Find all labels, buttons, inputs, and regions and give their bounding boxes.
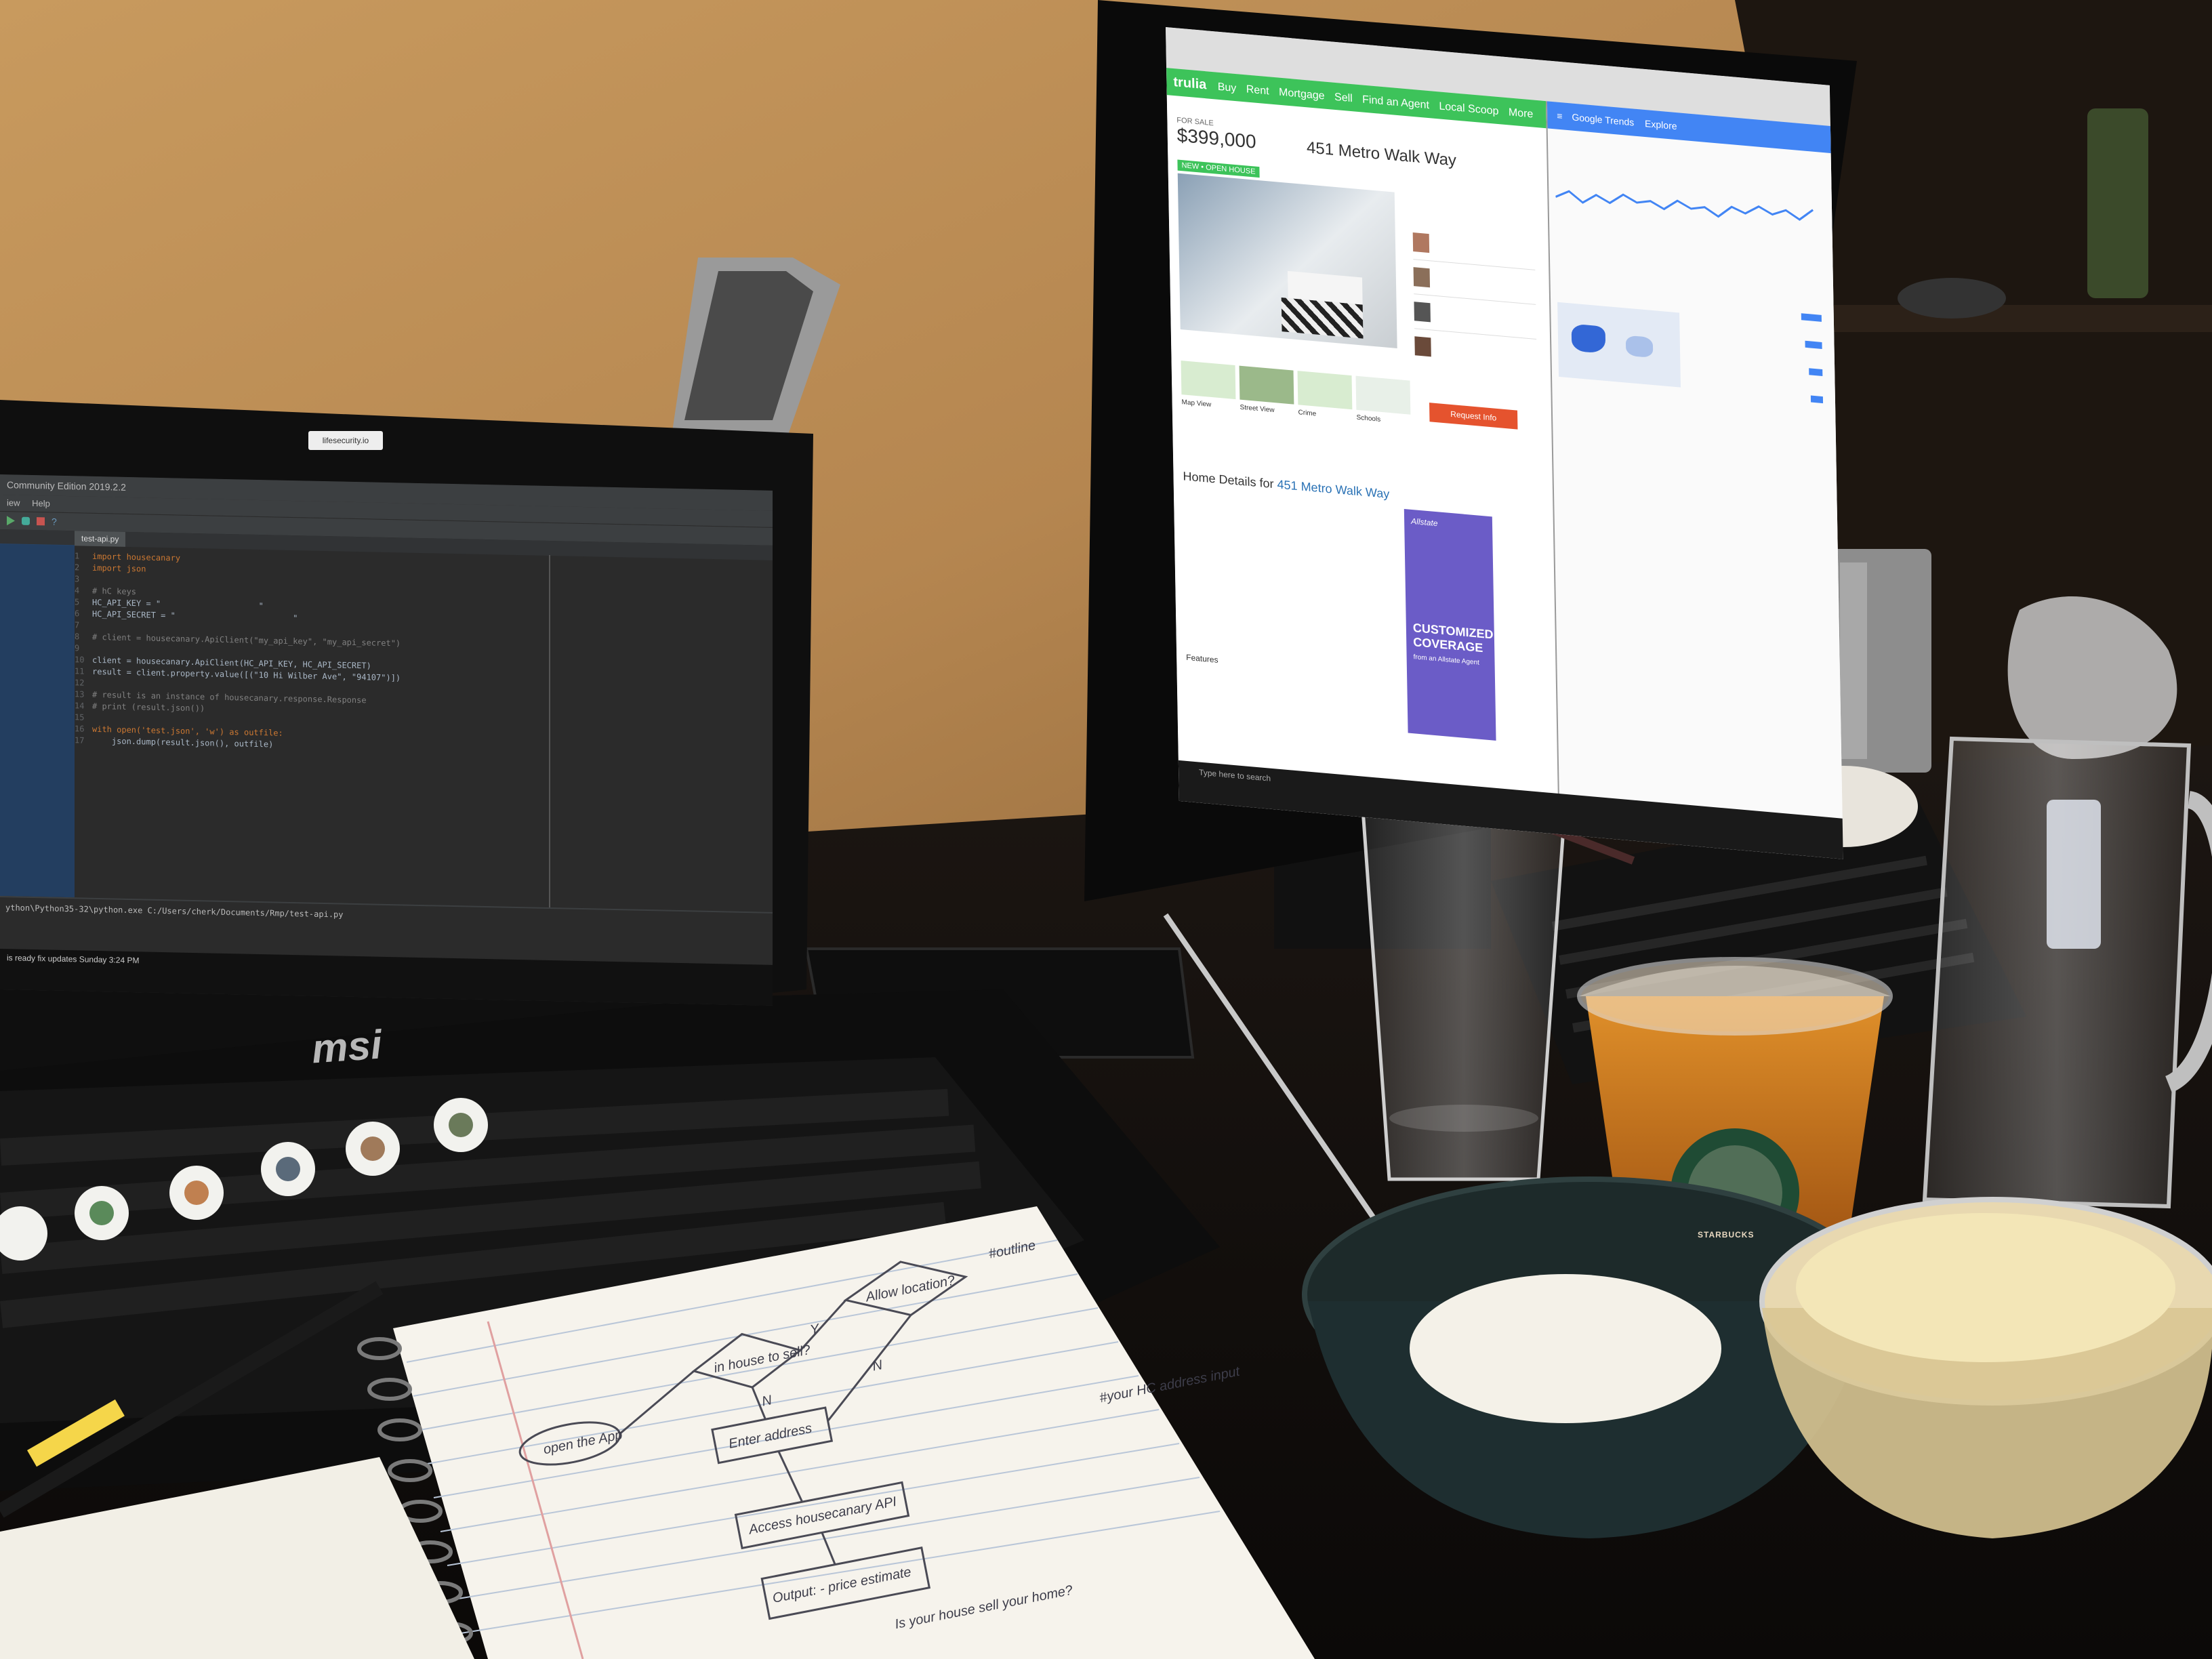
- line-number: 7: [75, 620, 80, 630]
- stop-icon[interactable]: [37, 517, 45, 526]
- run-icon[interactable]: [7, 516, 15, 526]
- listing-photo[interactable]: [1177, 173, 1397, 349]
- nav-more[interactable]: More: [1509, 106, 1534, 120]
- editor-divider: [549, 554, 550, 908]
- avatar[interactable]: [1414, 336, 1431, 357]
- line-text: import json: [92, 562, 146, 574]
- code-editor[interactable]: 1 import housecanary 2 import json 3 4 # hC ke…: [75, 550, 773, 904]
- flow-start: open the App: [542, 1427, 623, 1457]
- line-number: 14: [75, 701, 85, 711]
- trends-map: [1557, 302, 1681, 388]
- schools-thumb[interactable]: [1355, 375, 1411, 415]
- line-number: 15: [75, 712, 85, 722]
- home-details-heading: Home Details for 451 Metro Walk Way: [1183, 469, 1390, 501]
- line-number: 4: [75, 586, 80, 596]
- features-label: Features: [1186, 652, 1218, 665]
- flow-output: Output: - price estimate: [771, 1565, 912, 1606]
- flow-no-1: N: [760, 1393, 773, 1409]
- line-number: 9: [75, 643, 80, 653]
- agent-list: [1412, 224, 1537, 398]
- line-number: 11: [75, 666, 85, 676]
- line-number: 5: [75, 597, 80, 607]
- note-input: #your HC address input: [1099, 1364, 1242, 1406]
- line-text: json.dump(result.json(), outfile): [92, 735, 274, 750]
- avatar[interactable]: [1413, 267, 1431, 288]
- line-number: 17: [75, 735, 85, 745]
- line-number: 13: [75, 689, 85, 699]
- nav-rent[interactable]: Rent: [1246, 83, 1269, 97]
- help-icon[interactable]: ?: [52, 516, 57, 527]
- map-view-thumb[interactable]: [1181, 361, 1236, 400]
- menu-icon[interactable]: ≡: [1557, 110, 1562, 122]
- note-outline: #outline: [987, 1238, 1037, 1262]
- line-number: 1: [75, 551, 80, 561]
- ad-brand: Allstate: [1410, 516, 1438, 529]
- crime-thumb[interactable]: [1297, 371, 1353, 410]
- line-number: 10: [75, 655, 85, 665]
- line-number: 6: [75, 609, 80, 619]
- flow-decision-sell: in house to sell?: [713, 1343, 813, 1376]
- trends-page: ≡ Google Trends Explore: [1545, 101, 1843, 819]
- menu-view[interactable]: iew: [7, 497, 20, 508]
- nav-find-agent[interactable]: Find an Agent: [1362, 94, 1429, 111]
- ad-subtext: from an Allstate Agent: [1413, 653, 1479, 667]
- nav-local-scoop[interactable]: Local Scoop: [1439, 100, 1498, 117]
- line-text: # hC keys: [92, 586, 137, 597]
- status-text: is ready fix updates Sunday 3:24 PM: [7, 953, 140, 966]
- trends-line-chart: [1555, 190, 1814, 221]
- ide-title: Community Edition 2019.2.2: [7, 479, 126, 493]
- line-number: 12: [75, 678, 85, 688]
- tab-test-api[interactable]: test-api.py: [75, 531, 126, 547]
- flow-access-api: Access housecanary API: [747, 1494, 898, 1538]
- line-text: # print (result.json()): [92, 701, 205, 714]
- trulia-logo[interactable]: trulia: [1173, 75, 1206, 92]
- avatar[interactable]: [1414, 302, 1431, 323]
- avatar[interactable]: [1412, 232, 1430, 253]
- debug-icon[interactable]: [22, 516, 30, 525]
- menu-help[interactable]: Help: [32, 498, 50, 509]
- trulia-page: trulia Buy Rent Mortgage Sell Find an Ag…: [1166, 68, 1558, 794]
- laptop-sticker: lifesecurity.io: [308, 431, 383, 450]
- trends-logo[interactable]: Google Trends: [1572, 112, 1634, 128]
- monitor-screen: trulia Buy Rent Mortgage Sell Find an Ag…: [1166, 27, 1843, 859]
- flow-no-2: N: [871, 1357, 884, 1374]
- allstate-ad[interactable]: Allstate CUSTOMIZED COVERAGE from an All…: [1404, 508, 1496, 741]
- nav-mortgage[interactable]: Mortgage: [1279, 87, 1325, 102]
- sticker-text: lifesecurity.io: [322, 436, 369, 445]
- map-region: [1571, 323, 1606, 354]
- trends-bars: [1700, 304, 1824, 424]
- line-text: import housecanary: [92, 551, 181, 563]
- line-number: 2: [75, 562, 80, 573]
- laptop-brand-logo: msi: [310, 1021, 384, 1072]
- nav-buy[interactable]: Buy: [1218, 81, 1237, 94]
- street-view-thumb[interactable]: [1239, 365, 1294, 405]
- starbucks-label: STARBUCKS: [1698, 1230, 1755, 1240]
- taskbar-search[interactable]: Type here to search: [1199, 767, 1271, 783]
- line-number: 16: [75, 724, 85, 734]
- project-panel: [0, 544, 75, 898]
- map-region: [1625, 335, 1654, 359]
- line-number: 8: [75, 632, 80, 642]
- line-number: 3: [75, 574, 80, 584]
- request-info-button[interactable]: Request Info: [1429, 403, 1518, 430]
- terminal-command: ython\Python35-32\python.exe C:/Users/ch…: [5, 903, 344, 920]
- tab-explore[interactable]: Explore: [1645, 118, 1677, 131]
- nav-sell[interactable]: Sell: [1334, 91, 1353, 104]
- laptop-screen: Community Edition 2019.2.2 iew Help ? te…: [0, 474, 773, 1006]
